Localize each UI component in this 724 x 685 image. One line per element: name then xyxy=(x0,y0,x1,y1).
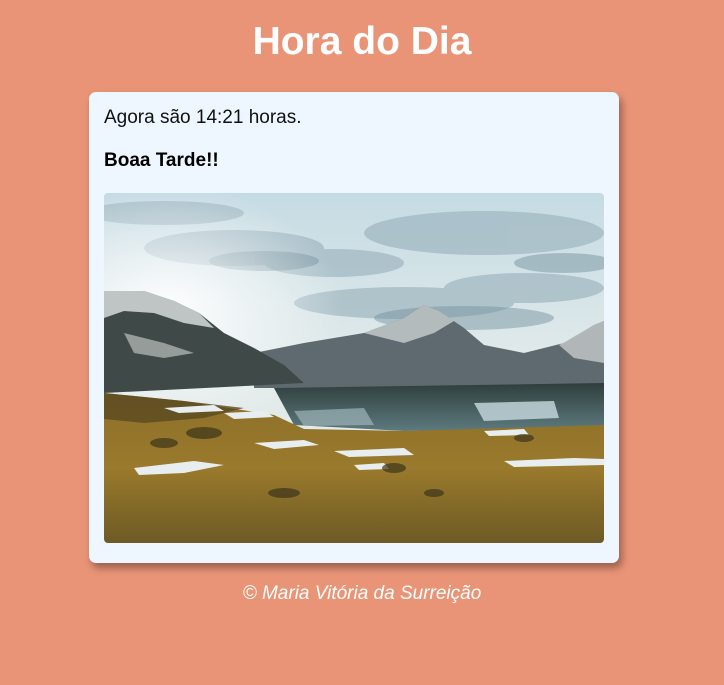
greeting-text: Boaa Tarde!! xyxy=(104,150,219,171)
time-message: Agora são 14:21 horas. xyxy=(104,107,302,128)
footer-credit: © Maria Vitória da Surreição xyxy=(242,583,482,604)
content-card: Agora são 14:21 horas. Boaa Tarde!! xyxy=(89,92,619,563)
page-title: Hora do Dia xyxy=(252,20,472,63)
landscape-photo xyxy=(104,193,604,543)
